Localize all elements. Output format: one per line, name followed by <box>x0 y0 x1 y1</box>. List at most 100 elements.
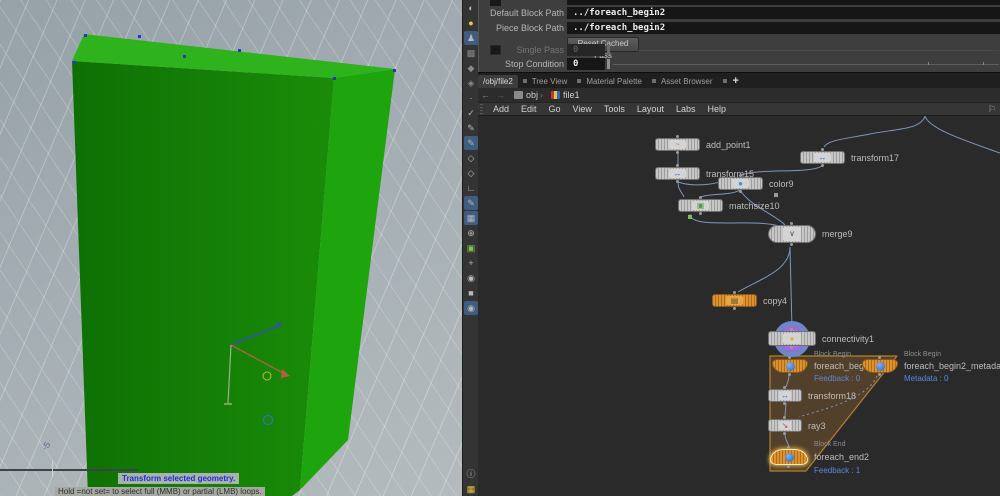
status-hint: Hold =not set= to select full (MMB) or p… <box>55 487 265 496</box>
high-quality-shading-icon[interactable]: ▩ <box>464 46 478 60</box>
tool-prompt: Transform selected geometry. <box>118 473 239 484</box>
viewport-geometry <box>0 0 462 496</box>
node-block-tag-foreach_begin2: Block Begin <box>814 351 851 358</box>
default-block-path-label: Default Block Path <box>479 7 564 19</box>
select-mode-icon[interactable]: ✓ <box>464 106 478 120</box>
single-pass-slider[interactable] <box>607 45 610 55</box>
view-pin-icon[interactable]: ◉ <box>464 301 478 315</box>
breadcrumb-separator: › <box>538 90 545 100</box>
single-pass-slider-track[interactable] <box>613 50 999 51</box>
node-foreach_begin2[interactable] <box>772 359 808 373</box>
menu-layout[interactable]: Layout <box>631 104 670 114</box>
default-block-path-field[interactable]: ../foreach_begin2 <box>567 7 1000 19</box>
node-label-foreach_end2: foreach_end2 <box>814 452 869 462</box>
menu-help[interactable]: Help <box>701 104 732 114</box>
color9-type-icon: ● <box>732 179 749 188</box>
foreach-core-icon <box>876 362 885 371</box>
texture-view-icon[interactable]: ▦ <box>464 211 478 225</box>
forward-arrow-icon[interactable]: → <box>493 90 508 100</box>
viewport-3d[interactable]: -5 Transform selected geometry. Hold =no… <box>0 0 462 496</box>
stop-condition-field[interactable]: 0 <box>567 58 605 70</box>
single-pass-field[interactable]: 0 <box>567 44 605 56</box>
node-transform18[interactable]: ↔ <box>768 389 802 402</box>
node-wire[interactable] <box>738 247 790 292</box>
handle-icon[interactable]: ◇ <box>464 151 478 165</box>
menu-add[interactable]: Add <box>487 104 515 114</box>
node-copy4[interactable]: ▤ <box>712 294 757 307</box>
network-editor[interactable]: ~add_point1↔transform15↔transform17●colo… <box>478 116 1000 496</box>
menu-labs[interactable]: Labs <box>670 104 702 114</box>
network-menu-bar: AddEditGoViewToolsLayoutLabsHelp ⚐ <box>478 102 1000 116</box>
camera-icon[interactable]: ■ <box>464 286 478 300</box>
ruler-icon[interactable]: ∟ <box>464 181 478 195</box>
node-foreach_begin2_metadata1[interactable] <box>862 359 898 373</box>
grid-axis-tick <box>52 461 53 477</box>
tab-label: Asset Browser <box>661 77 713 86</box>
tab-label: Tree View <box>532 77 568 86</box>
clipped-checkbox[interactable] <box>490 0 501 6</box>
lightbulb-icon[interactable]: ● <box>464 16 478 30</box>
pane-tab-asset-browser[interactable]: Asset Browser <box>656 75 718 89</box>
new-tab-button[interactable]: + <box>727 75 745 87</box>
node-foreach_end2[interactable] <box>770 449 808 465</box>
point-marker <box>393 69 396 72</box>
foreach-core-icon <box>785 453 794 462</box>
brush-icon[interactable]: ✎ <box>464 196 478 210</box>
breadcrumb-root[interactable]: obj <box>526 90 538 100</box>
back-arrow-icon[interactable]: ← <box>478 90 493 100</box>
piece-block-path-field[interactable]: ../foreach_begin2 <box>567 22 1000 34</box>
slider-tick <box>928 62 929 65</box>
node-wire[interactable] <box>690 214 779 226</box>
line-tool-icon[interactable]: ✎ <box>464 121 478 135</box>
handle-alt-icon[interactable]: ◇ <box>464 166 478 180</box>
node-add_point1[interactable]: ~ <box>655 138 700 151</box>
divider-dot-icon[interactable]: · <box>464 91 478 105</box>
node-wire[interactable] <box>925 116 1000 153</box>
node-badge <box>774 193 778 197</box>
node-wire[interactable] <box>790 247 792 329</box>
menubar-drag-handle[interactable] <box>480 104 483 114</box>
node-merge9[interactable]: ∨ <box>768 225 816 243</box>
node-block-tag-foreach_end2: Block End <box>814 441 846 448</box>
node-wire[interactable] <box>678 182 684 197</box>
menu-tools[interactable]: Tools <box>598 104 631 114</box>
edit-mode-icon[interactable]: ✎ <box>464 136 478 150</box>
pane-tab-bar: /obj/file2 Tree View Material Palette Asset… <box>478 72 1000 89</box>
disc-icon[interactable]: ◉ <box>464 271 478 285</box>
quad-view-icon[interactable]: ▦ <box>464 482 478 496</box>
pane-tab-material-palette[interactable]: Material Palette <box>581 75 647 89</box>
shaded-view-icon[interactable]: ◐ <box>464 1 478 15</box>
box-front-face <box>72 61 334 496</box>
node-feedback-label-foreach_end2: Feedback : 1 <box>814 466 860 475</box>
node-label-matchsize10: matchsize10 <box>729 201 780 211</box>
node-matchsize10[interactable]: ▣ <box>678 199 723 212</box>
info-icon[interactable]: ⓘ <box>464 467 478 481</box>
node-wire[interactable] <box>701 190 740 197</box>
stop-condition-slider-track[interactable] <box>613 64 999 65</box>
clipped-field[interactable] <box>567 0 1000 5</box>
node-color9[interactable]: ● <box>718 177 763 190</box>
node-ray3[interactable]: ↘ <box>768 419 802 432</box>
materials-icon[interactable]: ◆ <box>464 61 478 75</box>
headlight-icon[interactable]: ♟ <box>464 31 478 45</box>
menu-view[interactable]: View <box>567 104 598 114</box>
menu-edit[interactable]: Edit <box>515 104 543 114</box>
stop-condition-slider[interactable] <box>607 59 610 69</box>
objects-icon[interactable]: ◈ <box>464 76 478 90</box>
breadcrumb-node[interactable]: file1 <box>563 90 580 100</box>
node-label-transform18: transform18 <box>808 391 856 401</box>
axes-icon[interactable]: + <box>464 256 478 270</box>
snap-icon[interactable]: ⊕ <box>464 226 478 240</box>
node-transform17[interactable]: ↔ <box>800 151 845 164</box>
node-wire[interactable] <box>824 116 925 147</box>
tab-label: /obj/file2 <box>483 77 513 86</box>
pin-icon[interactable]: ⚐ <box>988 104 1000 115</box>
group-box-icon[interactable]: ▣ <box>464 241 478 255</box>
copy4-type-icon: ▤ <box>726 296 743 305</box>
node-connectivity1[interactable]: ● <box>768 331 816 346</box>
pane-tab--obj-file2[interactable]: /obj/file2 <box>478 75 518 89</box>
pane-tab-tree-view[interactable]: Tree View <box>527 75 573 89</box>
menu-go[interactable]: Go <box>543 104 567 114</box>
node-transform15[interactable]: ↔ <box>655 167 700 180</box>
add_point1-type-icon: ~ <box>669 140 686 149</box>
